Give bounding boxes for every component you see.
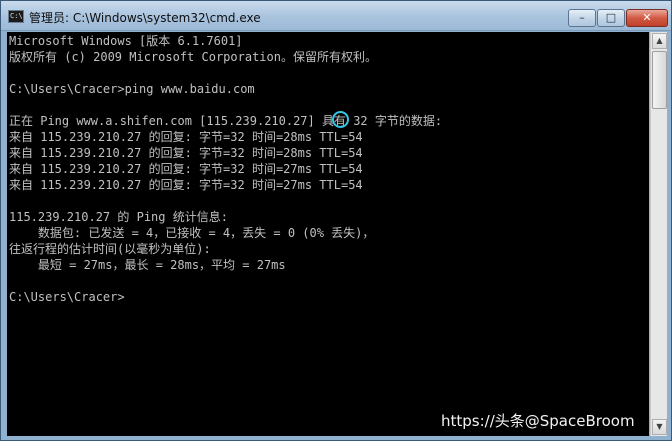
console-line: C:\Users\Cracer>ping www.baidu.com xyxy=(9,82,255,96)
console-line: Microsoft Windows [版本 6.1.7601] xyxy=(9,34,243,48)
console-prompt: C:\Users\Cracer> xyxy=(9,290,125,304)
console-line: 数据包: 已发送 = 4，已接收 = 4，丢失 = 0 (0% 丢失)， xyxy=(9,226,375,240)
window-title: 管理员: C:\Windows\system32\cmd.exe xyxy=(29,11,261,25)
maximize-button[interactable]: □ xyxy=(597,9,625,27)
close-button[interactable]: ✕ xyxy=(626,9,668,27)
cmd-app-icon[interactable]: C:\ xyxy=(8,10,24,23)
mouse-cursor-ring-icon xyxy=(332,111,349,128)
title-bar[interactable]: C:\ 管理员: C:\Windows\system32\cmd.exe – □… xyxy=(1,1,671,31)
console-line: 最短 = 27ms，最长 = 28ms，平均 = 27ms xyxy=(9,258,286,272)
console-line: 往返行程的估计时间(以毫秒为单位): xyxy=(9,242,211,256)
console-line: 正在 Ping www.a.shifen.com [115.239.210.27… xyxy=(9,114,443,128)
console-line: 来自 115.239.210.27 的回复: 字节=32 时间=27ms TTL… xyxy=(9,162,363,176)
watermark: https://头条@SpaceBroom xyxy=(441,412,635,430)
scroll-up-arrow-icon[interactable]: ▲ xyxy=(652,33,667,49)
vertical-scrollbar[interactable]: ▲ ▼ xyxy=(650,32,667,436)
minimize-button[interactable]: – xyxy=(568,9,596,27)
scroll-down-arrow-icon[interactable]: ▼ xyxy=(652,419,667,435)
console-output[interactable]: Microsoft Windows [版本 6.1.7601] 版权所有 (c)… xyxy=(7,32,649,436)
scrollbar-thumb[interactable] xyxy=(652,51,667,109)
cmd-window: C:\ 管理员: C:\Windows\system32\cmd.exe – □… xyxy=(0,0,672,441)
console-line: 来自 115.239.210.27 的回复: 字节=32 时间=28ms TTL… xyxy=(9,130,363,144)
console-line: 来自 115.239.210.27 的回复: 字节=32 时间=27ms TTL… xyxy=(9,178,363,192)
console-line: 版权所有 (c) 2009 Microsoft Corporation。保留所有… xyxy=(9,50,377,64)
console-line: 来自 115.239.210.27 的回复: 字节=32 时间=28ms TTL… xyxy=(9,146,363,160)
console-line: 115.239.210.27 的 Ping 统计信息: xyxy=(9,210,228,224)
